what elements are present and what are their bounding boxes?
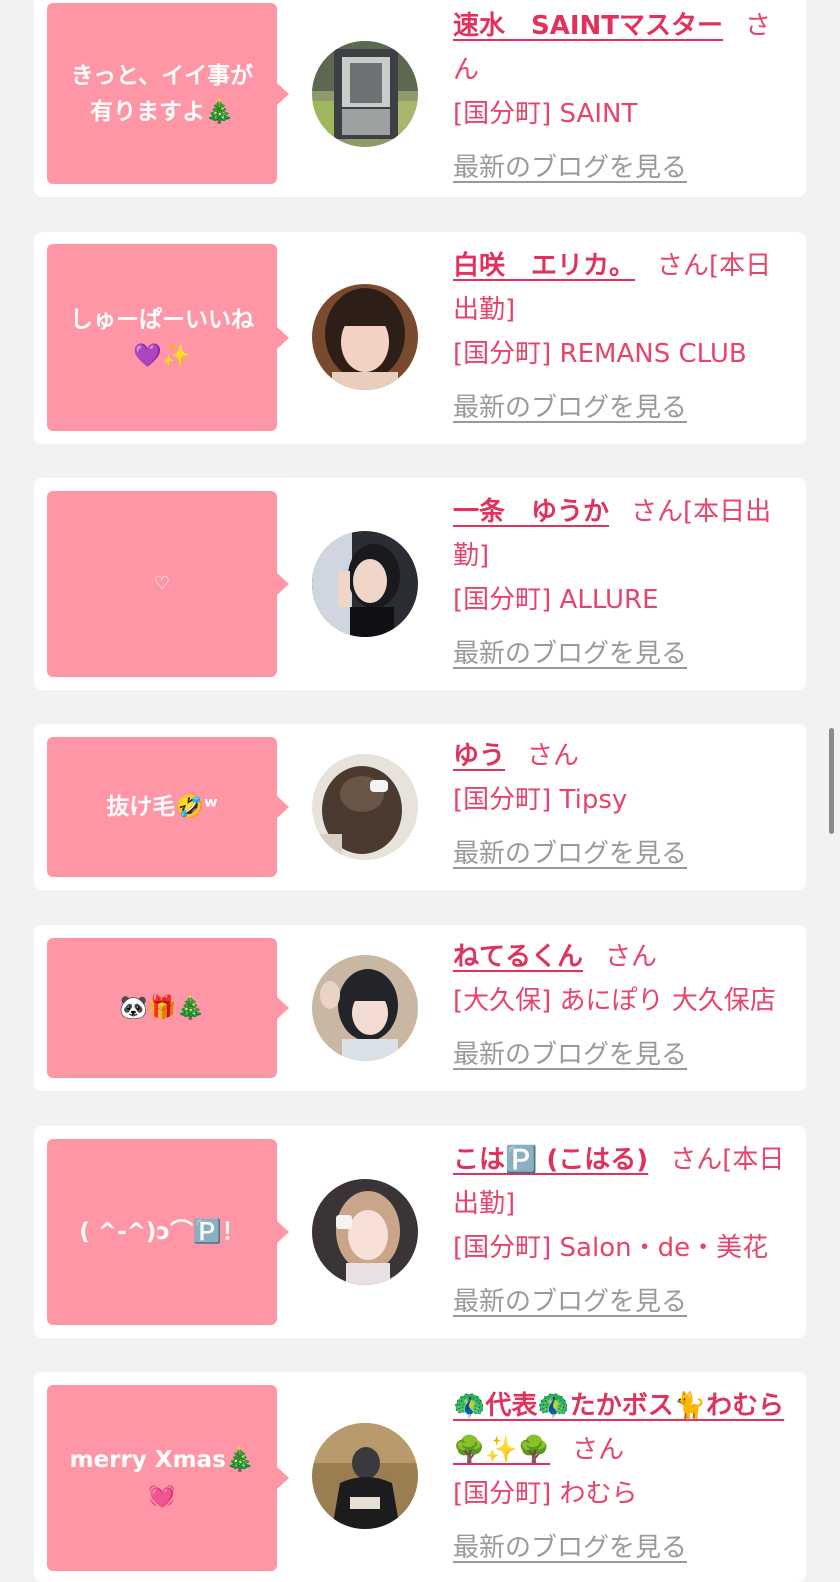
staff-name-link[interactable]: ゆう [453, 741, 505, 771]
shop-label: [国分町] わむら [453, 1479, 638, 1509]
comment-bubble: ( ^-^)ɔ⌒🅿️！ [47, 1139, 289, 1325]
staff-info: 一条 ゆうか さん[本日出勤] [国分町] ALLURE 最新のブログを見る [453, 490, 793, 676]
honorific: さん [527, 741, 580, 771]
honorific: さん [572, 1435, 625, 1465]
staff-name-link[interactable]: 白咲 エリカ。 [453, 251, 635, 281]
staff-name-link[interactable]: ねてるくん [453, 942, 583, 972]
honorific: さん [631, 497, 684, 527]
latest-blog-link[interactable]: 最新のブログを見る [453, 146, 687, 190]
staff-info: 🦚代表🦚たかボス🐈わむら🌳✨🌳 さん [国分町] わむら 最新のブログを見る [453, 1384, 793, 1570]
shop-label: [大久保] あにぽり 大久保店 [453, 986, 776, 1016]
honorific: さん [670, 1145, 723, 1175]
comment-bubble: merry Xmas🎄 💓 [47, 1385, 289, 1571]
avatar[interactable] [312, 754, 418, 860]
honorific: さん [657, 251, 710, 281]
staff-info: こは🅿️ (こはる) さん[本日出勤] [国分町] Salon・de・美花 最新の… [453, 1138, 793, 1324]
shop-label: [国分町] SAINT [453, 99, 638, 129]
shop-label: [国分町] REMANS CLUB [453, 339, 747, 369]
staff-card: 🐼🎁🎄 ねてるくん さん [大久保] あにぽり 大久保店 最新のブログを見る [34, 925, 806, 1091]
staff-card: しゅーぱーいいね 💜✨ 白咲 エリカ。 さん[本日出勤] [国分町] REMANS… [34, 232, 806, 444]
comment-bubble: きっと、イイ事が 有りますよ🎄 [47, 3, 289, 184]
staff-info: ゆう さん [国分町] Tipsy 最新のブログを見る [453, 734, 793, 876]
latest-blog-link[interactable]: 最新のブログを見る [453, 386, 687, 430]
staff-info: ねてるくん さん [大久保] あにぽり 大久保店 最新のブログを見る [453, 935, 793, 1077]
avatar[interactable] [312, 1423, 418, 1529]
shop-label: [国分町] ALLURE [453, 585, 659, 615]
shop-label: [国分町] Tipsy [453, 785, 628, 815]
staff-name-link[interactable]: 一条 ゆうか [453, 497, 609, 527]
latest-blog-link[interactable]: 最新のブログを見る [453, 1033, 687, 1077]
staff-card: ♡ 一条 ゆうか さん[本日出勤] [国分町] ALLURE 最新のブログを見る [34, 478, 806, 690]
scrollbar[interactable] [829, 728, 834, 834]
staff-card: ( ^-^)ɔ⌒🅿️！ こは🅿️ (こはる) さん[本日出勤] [国分町] Sal… [34, 1126, 806, 1338]
comment-bubble: 🐼🎁🎄 [47, 938, 289, 1078]
staff-card: きっと、イイ事が 有りますよ🎄 速水 SAINTマスター さん [国分町] SAI… [34, 0, 806, 197]
staff-info: 白咲 エリカ。 さん[本日出勤] [国分町] REMANS CLUB 最新のブログ… [453, 244, 793, 430]
latest-blog-link[interactable]: 最新のブログを見る [453, 632, 687, 676]
comment-bubble: ♡ [47, 491, 289, 677]
staff-info: 速水 SAINTマスター さん [国分町] SAINT 最新のブログを見る [453, 4, 793, 190]
avatar[interactable] [312, 41, 418, 147]
latest-blog-link[interactable]: 最新のブログを見る [453, 1280, 687, 1324]
honorific: さん [605, 942, 658, 972]
staff-card: merry Xmas🎄 💓 🦚代表🦚たかボス🐈わむら🌳✨🌳 さん [国分町] わむ… [34, 1372, 806, 1582]
avatar[interactable] [312, 284, 418, 390]
avatar[interactable] [312, 531, 418, 637]
comment-bubble: しゅーぱーいいね 💜✨ [47, 244, 289, 431]
comment-bubble: 抜け毛🤣ʷ [47, 737, 289, 877]
staff-card: 抜け毛🤣ʷ ゆう さん [国分町] Tipsy 最新のブログを見る [34, 724, 806, 890]
latest-blog-link[interactable]: 最新のブログを見る [453, 1526, 687, 1570]
staff-name-link[interactable]: こは🅿️ (こはる) [453, 1145, 648, 1175]
avatar[interactable] [312, 1179, 418, 1285]
staff-name-link[interactable]: 速水 SAINTマスター [453, 11, 723, 41]
shop-label: [国分町] Salon・de・美花 [453, 1233, 769, 1263]
latest-blog-link[interactable]: 最新のブログを見る [453, 832, 687, 876]
avatar[interactable] [312, 955, 418, 1061]
